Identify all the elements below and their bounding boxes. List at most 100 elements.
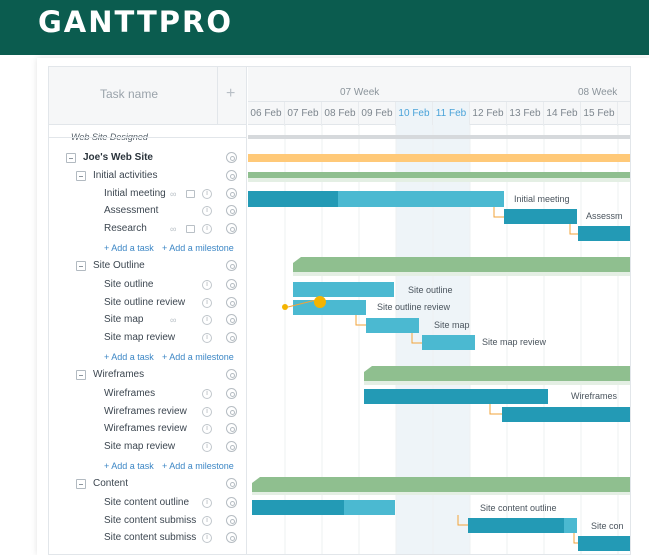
link-icon[interactable]: ∞ <box>170 315 176 325</box>
task-row[interactable]: Assessment i <box>49 203 247 220</box>
task-row[interactable]: Initial meeting ∞ i <box>49 186 247 203</box>
gear-icon[interactable] <box>226 279 237 290</box>
gear-icon[interactable] <box>226 406 237 417</box>
info-icon[interactable]: i <box>202 389 212 399</box>
info-icon[interactable]: i <box>202 315 212 325</box>
task-row[interactable]: Wireframes i <box>49 386 247 403</box>
gear-icon[interactable] <box>226 332 237 343</box>
task-bar[interactable] <box>502 407 631 422</box>
group-row[interactable]: Site Outline <box>49 258 247 275</box>
info-icon[interactable]: i <box>202 224 212 234</box>
task-bar[interactable] <box>578 536 631 551</box>
task-row[interactable]: Site map ∞ i <box>49 312 247 329</box>
summary-bar[interactable] <box>364 366 631 381</box>
gear-icon[interactable] <box>226 223 237 234</box>
gear-icon[interactable] <box>226 188 237 199</box>
collapse-toggle-icon[interactable] <box>66 153 76 163</box>
add-column-button[interactable]: + <box>217 67 247 125</box>
add-task-link[interactable]: + Add a task <box>104 243 154 253</box>
task-bar-progress[interactable] <box>248 191 338 207</box>
task-row[interactable]: Site content submiss i <box>49 530 247 547</box>
task-bar-progress[interactable] <box>564 518 577 533</box>
task-row[interactable]: Research ∞ i <box>49 221 247 238</box>
info-icon[interactable]: i <box>202 498 212 508</box>
info-icon[interactable]: i <box>202 333 212 343</box>
group-row[interactable]: Content <box>49 476 247 493</box>
gear-icon[interactable] <box>226 388 237 399</box>
group-row[interactable]: Joe's Web Site <box>49 150 247 167</box>
task-bar[interactable] <box>422 335 475 350</box>
task-row[interactable]: Wireframes review i <box>49 404 247 421</box>
bar-label: Initial meeting <box>514 194 570 204</box>
info-icon[interactable]: i <box>202 189 212 199</box>
task-bar[interactable] <box>293 300 366 315</box>
info-icon[interactable]: i <box>202 298 212 308</box>
add-row[interactable]: + Add a task + Add a milestone <box>49 458 247 475</box>
info-icon[interactable]: i <box>202 407 212 417</box>
task-row[interactable]: Site content outline i <box>49 495 247 512</box>
collapse-toggle-icon[interactable] <box>76 479 86 489</box>
day-header-cell: 12 Feb <box>470 102 507 126</box>
task-label: Wireframes <box>104 388 156 399</box>
add-row[interactable]: + Add a task + Add a milestone <box>49 240 247 257</box>
gear-icon[interactable] <box>226 205 237 216</box>
gear-icon[interactable] <box>226 170 237 181</box>
add-milestone-link[interactable]: + Add a milestone <box>162 461 234 471</box>
summary-bar[interactable] <box>248 172 631 178</box>
task-row[interactable]: Site content submiss i <box>49 513 247 530</box>
summary-bar[interactable] <box>252 477 631 492</box>
gear-icon[interactable] <box>226 497 237 508</box>
gear-icon[interactable] <box>226 260 237 271</box>
task-bar[interactable] <box>364 389 548 404</box>
link-icon[interactable]: ∞ <box>170 189 176 199</box>
info-icon[interactable]: i <box>202 206 212 216</box>
group-row[interactable]: Web Site Designed <box>49 130 247 147</box>
comment-icon[interactable] <box>186 190 195 198</box>
milestone-marker[interactable] <box>282 304 288 310</box>
gear-icon[interactable] <box>226 478 237 489</box>
task-row[interactable]: Site map review i <box>49 330 247 347</box>
task-bar-progress[interactable] <box>252 500 344 515</box>
info-icon[interactable]: i <box>202 280 212 290</box>
project-summary-bar[interactable] <box>248 135 631 139</box>
dependency-connector <box>355 315 366 326</box>
milestone-marker[interactable] <box>314 296 326 308</box>
add-milestone-link[interactable]: + Add a milestone <box>162 243 234 253</box>
summary-bar[interactable] <box>293 257 631 272</box>
summary-bar-shadow <box>252 492 630 495</box>
gear-icon[interactable] <box>226 515 237 526</box>
collapse-toggle-icon[interactable] <box>76 171 86 181</box>
gear-icon[interactable] <box>226 423 237 434</box>
group-row[interactable]: Initial activities <box>49 168 247 185</box>
gear-icon[interactable] <box>226 441 237 452</box>
add-row[interactable]: + Add a task + Add a milestone <box>49 349 247 366</box>
task-bar[interactable] <box>366 318 419 333</box>
task-row[interactable]: Site outline i <box>49 277 247 294</box>
task-bar[interactable] <box>468 518 577 533</box>
task-row[interactable]: Site outline review i <box>49 295 247 312</box>
add-task-link[interactable]: + Add a task <box>104 352 154 362</box>
add-task-link[interactable]: + Add a task <box>104 461 154 471</box>
collapse-toggle-icon[interactable] <box>76 370 86 380</box>
gear-icon[interactable] <box>226 297 237 308</box>
gear-icon[interactable] <box>226 152 237 163</box>
day-header-cell: 06 Feb <box>248 102 285 126</box>
group-row[interactable]: Wireframes <box>49 367 247 384</box>
project-bar[interactable] <box>248 154 631 162</box>
info-icon[interactable]: i <box>202 424 212 434</box>
task-bar[interactable] <box>293 282 394 297</box>
task-bar[interactable] <box>578 226 631 241</box>
gear-icon[interactable] <box>226 369 237 380</box>
info-icon[interactable]: i <box>202 533 212 543</box>
gear-icon[interactable] <box>226 314 237 325</box>
task-row[interactable]: Wireframes review i <box>49 421 247 438</box>
collapse-toggle-icon[interactable] <box>76 261 86 271</box>
add-milestone-link[interactable]: + Add a milestone <box>162 352 234 362</box>
task-row[interactable]: Site map review i <box>49 439 247 456</box>
info-icon[interactable]: i <box>202 442 212 452</box>
task-bar[interactable] <box>504 209 577 224</box>
gear-icon[interactable] <box>226 532 237 543</box>
comment-icon[interactable] <box>186 225 195 233</box>
info-icon[interactable]: i <box>202 516 212 526</box>
link-icon[interactable]: ∞ <box>170 224 176 234</box>
